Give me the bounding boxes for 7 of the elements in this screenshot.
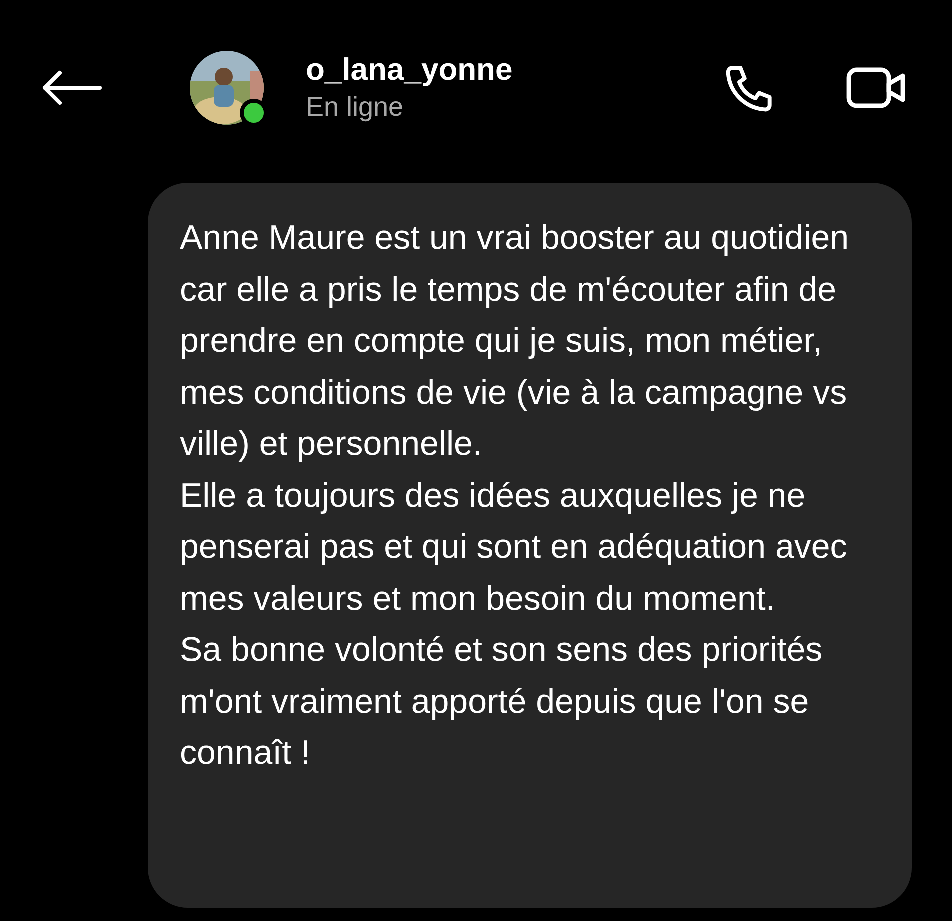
message-text: Anne Maure est un vrai booster au quotidien car elle a pris le temps de m'écouter afin de prendre en compte qui je suis, mon métier, mes conditions de vie (vie à la campagne vs ville) et personnelle. [180,218,850,465]
username: o_lana_yonne [306,51,513,89]
back-button[interactable] [42,68,104,108]
message-text: Sa bonne volonté et son sens des priorités m'ont vraiment apporté depuis que l'on se connaît ! [180,630,824,774]
message-text: Elle a toujours des idées auxquelles je ne penserai pas et qui sont en adéquation avec mes valeurs et mon besoin du moment. [180,476,848,620]
status-text: En ligne [306,91,405,124]
back-arrow-icon [42,70,102,106]
